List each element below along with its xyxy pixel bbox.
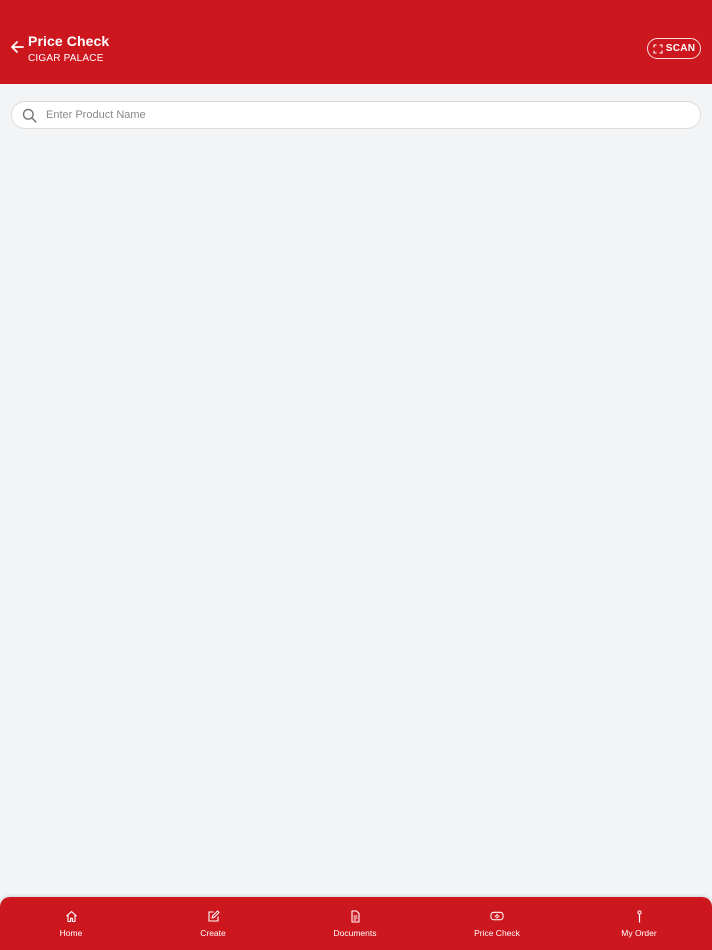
nav-label-home: Home: [59, 928, 83, 938]
app-root: Price Check CIGAR PALACE SCAN Home: [0, 0, 712, 950]
scan-frame-icon: [653, 43, 663, 54]
scan-button[interactable]: SCAN: [647, 38, 701, 59]
search-icon: [22, 108, 37, 123]
store-name: CIGAR PALACE: [28, 53, 104, 64]
nav-item-create[interactable]: Create: [142, 897, 284, 950]
search-bar: [11, 101, 701, 129]
edit-icon: [206, 909, 220, 923]
header-titles: Price Check CIGAR PALACE: [28, 33, 109, 65]
scan-label: SCAN: [665, 43, 696, 54]
document-icon: [348, 909, 362, 923]
home-icon: [64, 909, 78, 923]
price-tag-icon: [490, 909, 504, 923]
page-title: Price Check: [28, 33, 110, 49]
search-input[interactable]: [46, 102, 686, 128]
nav-label-price-check: Price Check: [474, 928, 520, 938]
arrow-left-icon: [11, 41, 24, 53]
top-app-bar: Price Check CIGAR PALACE SCAN: [0, 0, 712, 84]
back-button[interactable]: [8, 38, 26, 56]
nav-label-my-order: My Order: [621, 928, 657, 938]
nav-item-home[interactable]: Home: [0, 897, 142, 950]
nav-item-documents[interactable]: Documents: [284, 897, 426, 950]
nav-item-price-check[interactable]: Price Check: [426, 897, 568, 950]
nav-label-documents: Documents: [333, 928, 377, 938]
nav-item-my-order[interactable]: My Order: [568, 897, 710, 950]
nav-label-create: Create: [200, 928, 226, 938]
bottom-navigation: Home Create Documents Price Check My Ord…: [0, 897, 712, 950]
pin-icon: [632, 909, 646, 923]
